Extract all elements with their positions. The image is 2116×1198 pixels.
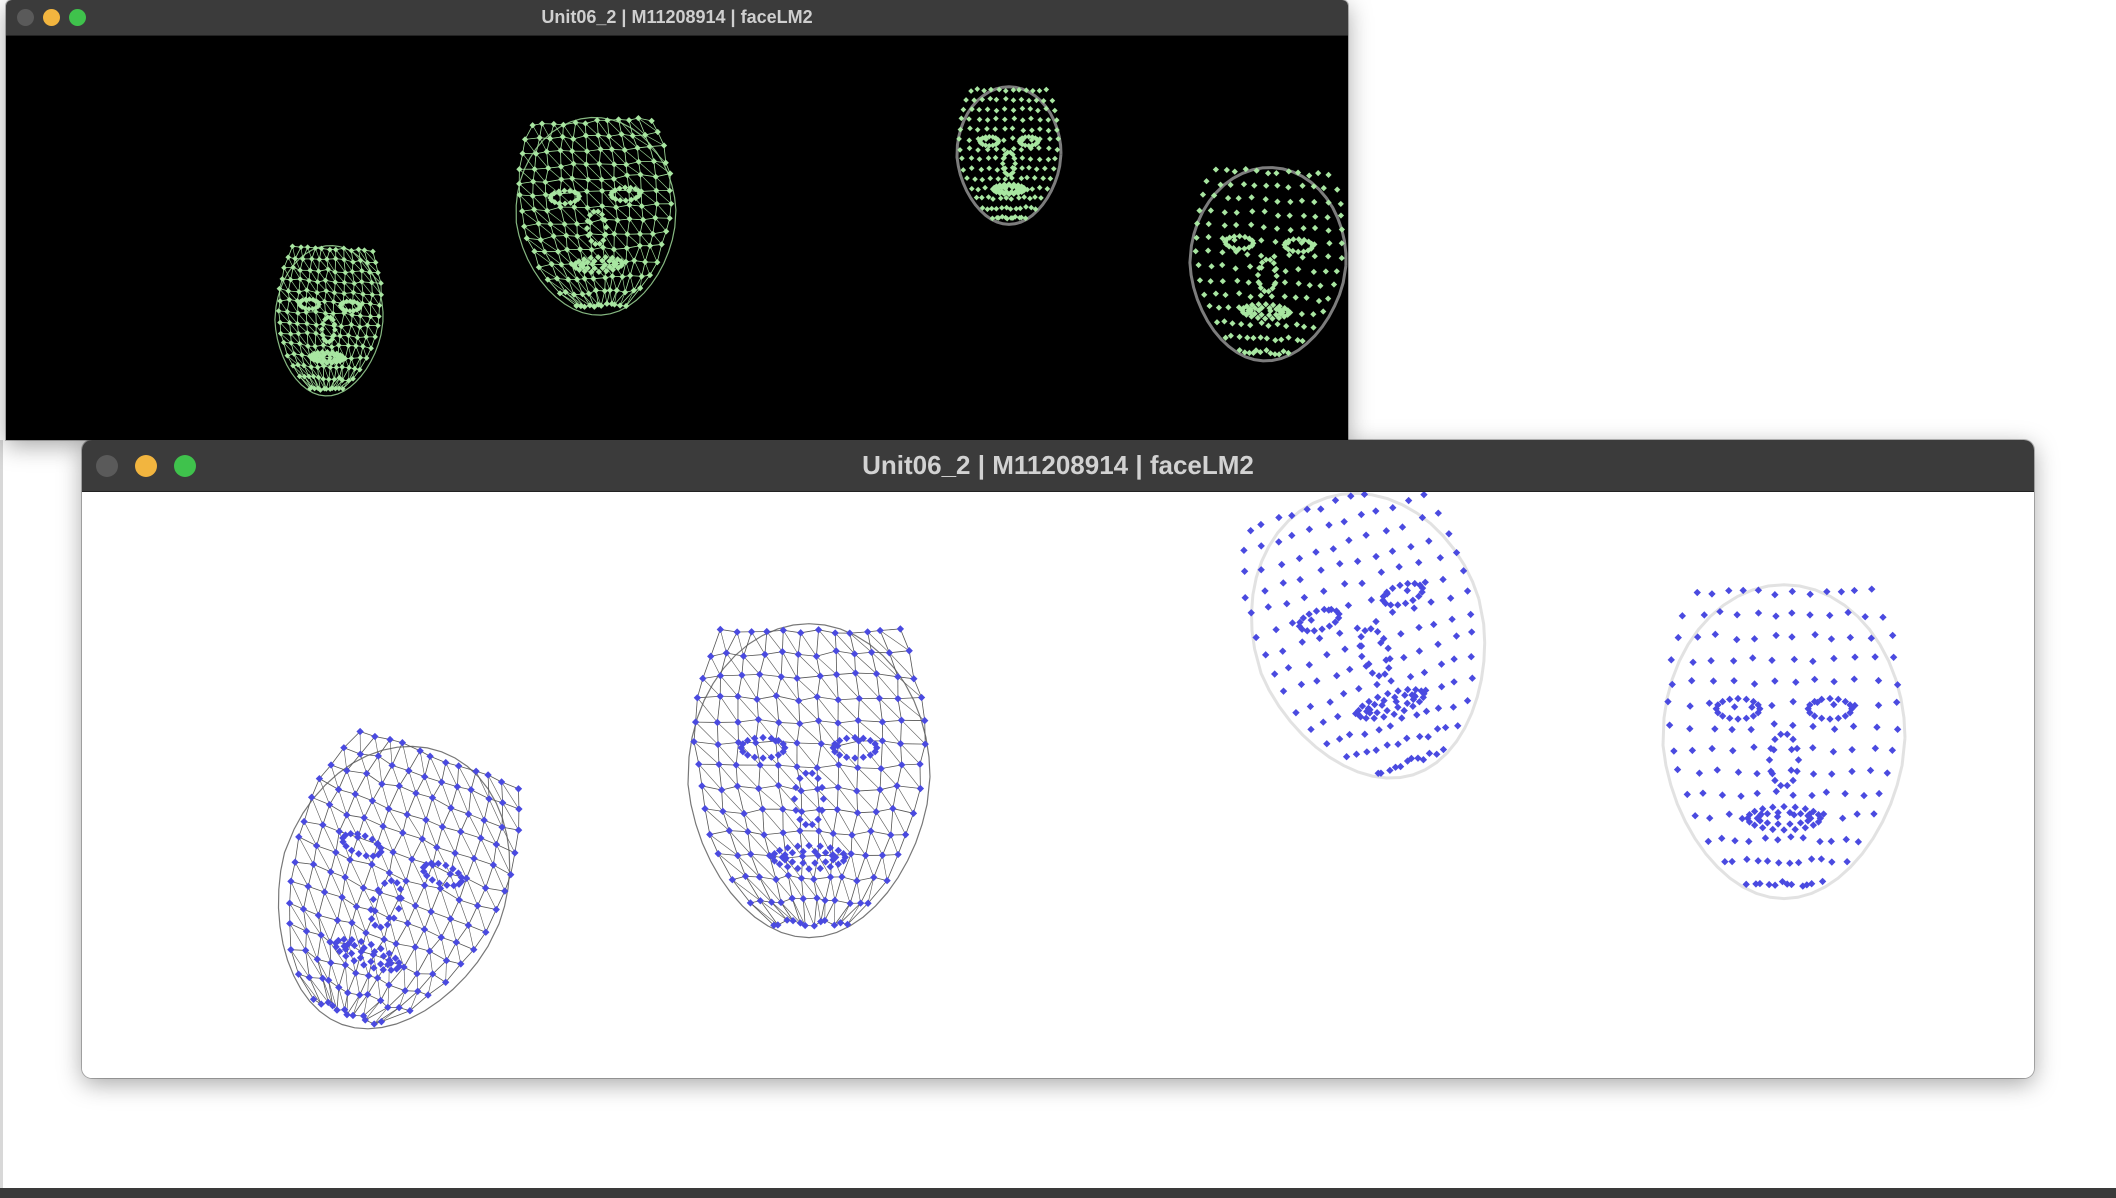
face-mesh-icon — [274, 243, 385, 397]
face-landmarks-view — [274, 85, 1348, 397]
face-points-icon — [1188, 166, 1348, 363]
front-window[interactable]: Unit06_2 | M11208914 | faceLM2 — [82, 440, 2034, 1078]
face-points-icon — [955, 85, 1063, 226]
zoom-icon[interactable] — [174, 454, 196, 477]
back-window[interactable]: Unit06_2 | M11208914 | faceLM2 — [6, 0, 1348, 440]
minimize-icon[interactable] — [43, 9, 60, 26]
window-controls — [6, 0, 86, 35]
window-title: Unit06_2 | M11208914 | faceLM2 — [862, 450, 1254, 480]
title-bar[interactable]: Unit06_2 | M11208914 | faceLM2 — [82, 440, 2034, 492]
render-canvas[interactable] — [6, 36, 1348, 440]
desktop-bottom-bar — [0, 1188, 2116, 1198]
minimize-icon[interactable] — [135, 454, 157, 477]
zoom-icon[interactable] — [69, 9, 86, 26]
face-mesh-icon — [687, 623, 931, 939]
desktop-window-edge — [0, 440, 3, 1188]
render-canvas[interactable] — [82, 492, 2034, 1078]
face-points-icon — [1661, 583, 1907, 901]
title-bar[interactable]: Unit06_2 | M11208914 | faceLM2 — [6, 0, 1348, 36]
close-icon[interactable] — [17, 9, 34, 26]
window-title: Unit06_2 | M11208914 | faceLM2 — [541, 7, 813, 27]
face-mesh-icon — [515, 114, 677, 316]
face-landmarks-view — [277, 492, 1907, 1030]
window-controls — [82, 440, 196, 491]
face-mesh-icon — [277, 727, 523, 1030]
face-points-icon — [1240, 492, 1487, 780]
close-icon[interactable] — [96, 454, 118, 477]
